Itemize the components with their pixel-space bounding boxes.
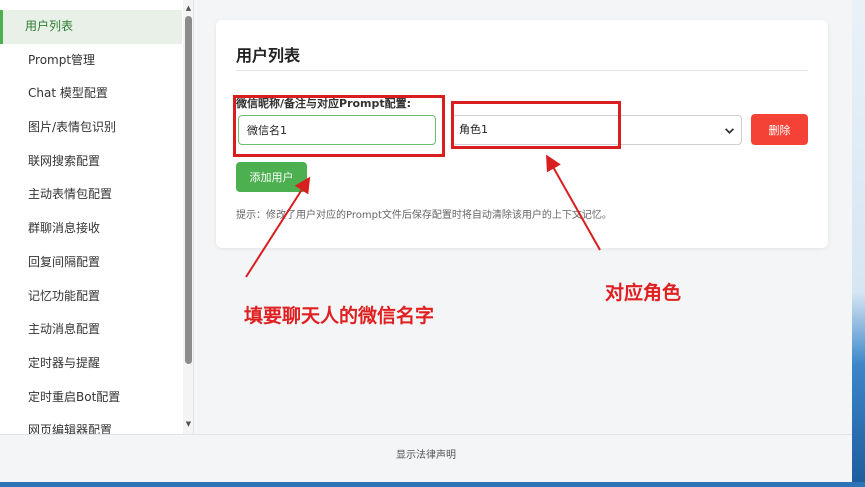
role-annotation-text: 对应角色 — [605, 282, 682, 304]
role-select-value: 角色1 — [459, 123, 488, 136]
title-divider — [236, 70, 808, 71]
page-title: 用户列表 — [236, 46, 301, 65]
sidebar-nav: 用户列表 Prompt管理 Chat 模型配置 图片/表情包识别 联网搜索配置 … — [0, 10, 182, 434]
sidebar-item-web-editor[interactable]: 网页编辑器配置 — [0, 414, 182, 434]
user-list-card: 用户列表 微信昵称/备注与对应Prompt配置: 角色1 删除 添加用户 提示：… — [216, 20, 828, 248]
sidebar-item-scheduled-restart[interactable]: 定时重启Bot配置 — [0, 381, 182, 415]
sidebar-scrollbar[interactable]: ▲ ▼ — [183, 0, 193, 434]
wechat-name-input[interactable] — [238, 115, 436, 145]
user-field-label: 微信昵称/备注与对应Prompt配置: — [236, 97, 412, 110]
delete-user-button[interactable]: 删除 — [751, 114, 808, 145]
sidebar-item-web-search[interactable]: 联网搜索配置 — [0, 145, 182, 179]
scroll-down-icon[interactable]: ▼ — [183, 418, 193, 430]
role-select[interactable]: 角色1 — [452, 115, 742, 145]
hint-text: 提示：修改了用户对应的Prompt文件后保存配置时将自动清除该用户的上下文记忆。 — [236, 210, 612, 221]
add-user-button[interactable]: 添加用户 — [236, 162, 307, 192]
footer: 显示法律声明 — [0, 434, 852, 482]
sidebar-item-user-list[interactable]: 用户列表 — [0, 10, 182, 44]
sidebar-item-proactive-message[interactable]: 主动消息配置 — [0, 313, 182, 347]
sidebar-item-reply-interval[interactable]: 回复间隔配置 — [0, 246, 182, 280]
desktop-background — [852, 0, 865, 487]
sidebar-item-memory[interactable]: 记忆功能配置 — [0, 280, 182, 314]
scroll-up-icon[interactable]: ▲ — [183, 2, 193, 14]
chevron-down-icon — [725, 128, 734, 134]
sidebar: 用户列表 Prompt管理 Chat 模型配置 图片/表情包识别 联网搜索配置 … — [0, 0, 194, 434]
main-content: 用户列表 微信昵称/备注与对应Prompt配置: 角色1 删除 添加用户 提示：… — [195, 0, 852, 434]
taskbar-edge — [0, 482, 865, 487]
legal-notice-link[interactable]: 显示法律声明 — [396, 450, 456, 461]
sidebar-item-timer-reminder[interactable]: 定时器与提醒 — [0, 347, 182, 381]
scroll-thumb[interactable] — [185, 16, 192, 364]
name-annotation-text: 填要聊天人的微信名字 — [244, 305, 435, 327]
sidebar-item-chat-model[interactable]: Chat 模型配置 — [0, 77, 182, 111]
sidebar-item-group-chat[interactable]: 群聊消息接收 — [0, 212, 182, 246]
sidebar-item-proactive-sticker[interactable]: 主动表情包配置 — [0, 178, 182, 212]
sidebar-item-image-recognition[interactable]: 图片/表情包识别 — [0, 111, 182, 145]
sidebar-item-prompt-management[interactable]: Prompt管理 — [0, 44, 182, 78]
app-window: 用户列表 Prompt管理 Chat 模型配置 图片/表情包识别 联网搜索配置 … — [0, 0, 852, 482]
